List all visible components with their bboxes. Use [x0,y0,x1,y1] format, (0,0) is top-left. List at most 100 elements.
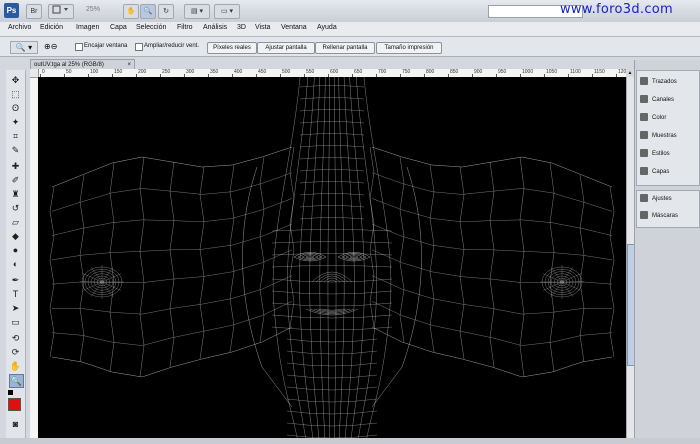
wire-edge [229,245,235,272]
menu-archivo[interactable]: Archivo [8,24,31,31]
fit-screen-button[interactable]: Ajustar pantalla [257,42,315,54]
arrange-icon: ▤ ▾ [190,8,204,15]
actual-pixels-button[interactable]: Píxeles reales [207,42,257,54]
wire-edge [51,356,83,363]
wire-edge [459,166,465,195]
wire-edge [491,337,523,346]
wire-edge [299,205,365,208]
wire-edge [51,174,83,188]
pen-tool[interactable]: ✒ [9,274,22,286]
rotate-view-button[interactable]: ↻ [158,4,174,19]
wire-edge [299,145,365,148]
wire-edge [49,259,55,285]
foreground-color-swatch[interactable] [8,398,21,411]
menu-seleccion[interactable]: Selección [136,24,166,31]
wire-edge [171,358,203,368]
wire-edge [429,325,435,353]
menu-capa[interactable]: Capa [110,24,127,31]
menu-ayuda[interactable]: Ayuda [317,24,337,31]
path-selection-tool[interactable]: ➤ [9,302,22,314]
paint-bucket-tool[interactable]: ◆ [9,230,22,242]
pen-icon: ✒ [11,275,20,285]
menu-edicion[interactable]: Edición [40,24,63,31]
wire-edge [401,315,433,326]
menu-filtro[interactable]: Filtro [177,24,193,31]
screen-mode-icon: ▭ ▾ [220,8,234,15]
zoom-in-out-toggle[interactable]: ⊕⊖ [44,41,66,52]
shape-tool[interactable]: ▭ [9,316,22,328]
healing-brush-tool[interactable]: ✚ [9,160,22,172]
wire-edge [489,279,495,309]
wire-edge [609,211,615,236]
menu-3d[interactable]: 3D [237,24,246,31]
blur-tool[interactable]: ● [9,244,22,256]
document-canvas[interactable] [38,76,626,439]
zoom-tool-button[interactable]: 🔍 [140,4,156,19]
eyedropper-tool[interactable]: ✎ [9,144,22,156]
wire-edge [429,245,435,272]
tool-preset-picker[interactable]: 🔍 ▾ [10,41,38,54]
marquee-tool[interactable]: ⬚ [9,88,22,100]
panel-paths[interactable]: Trazados [640,76,677,88]
wire-edge [551,335,583,343]
bridge-button[interactable]: Br [26,4,42,19]
wire-edge [399,209,405,237]
dodge-tool[interactable]: ◐ [9,258,22,270]
menu-imagen[interactable]: Imagen [76,24,99,31]
panel-masks[interactable]: Máscaras [640,210,678,222]
wire-edge [51,254,83,261]
zoom-level[interactable]: 25% [86,6,100,13]
panel-styles[interactable]: Estilos [640,148,670,160]
brush-tool[interactable]: ✐ [9,174,22,186]
menu-analisis[interactable]: Análisis [203,24,227,31]
lasso-tool[interactable]: ʘ [9,102,22,114]
panel-swatches[interactable]: Muestras [640,130,677,142]
wire-edge [521,219,553,223]
wire-edge [459,194,465,222]
3d-rotate-tool[interactable]: ⟲ [9,332,22,344]
clone-stamp-tool[interactable]: ♜ [9,188,22,200]
scroll-up-arrow[interactable]: ▲ [626,69,634,77]
hand-tool-button[interactable]: ✋ [123,4,139,19]
zoom-resize-checkbox[interactable] [135,43,143,51]
magic-wand-tool[interactable]: ✦ [9,116,22,128]
wire-edge [343,76,355,439]
wire-edge [459,331,465,360]
ruler-number: 1150 [594,69,605,75]
move-tool[interactable]: ✥ [9,74,22,86]
view-extras-button[interactable] [48,4,74,19]
wire-edge [259,236,265,263]
wire-edge [579,255,585,282]
panel-adjustments[interactable]: Ajustes [640,193,672,205]
fill-screen-button[interactable]: Rellenar pantalla [315,42,375,54]
wire-edge [461,276,493,280]
panel-layers[interactable]: Capas [640,166,669,178]
hand-tool[interactable]: ✋ [9,360,22,372]
default-colors-swatch[interactable] [8,390,13,395]
panel-color[interactable]: Color [640,112,666,124]
wire-edge [199,331,205,360]
arrange-documents-button[interactable]: ▤ ▾ [184,4,210,19]
wire-edge [51,332,83,336]
wire-edge [369,275,375,302]
wire-edge [581,201,613,212]
panel-channels[interactable]: Canales [640,94,674,106]
screen-mode-button[interactable]: ▭ ▾ [214,4,240,19]
eraser-tool[interactable]: ▱ [9,216,22,228]
print-size-button[interactable]: Tamaño impresión [376,42,442,54]
wire-edge [609,332,615,358]
wire-edge [111,156,143,164]
crop-tool[interactable]: ⌗ [9,130,22,142]
zoom-tool[interactable]: 🔍 [9,374,24,388]
menu-vista[interactable]: Vista [255,24,270,31]
fit-window-checkbox[interactable] [75,43,83,51]
history-brush-tool[interactable]: ↺ [9,202,22,214]
3d-orbit-tool[interactable]: ⟳ [9,346,22,358]
wire-edge [299,217,365,220]
type-tool[interactable]: T [9,288,22,300]
quick-mask-toggle[interactable]: ◙ [9,418,22,430]
menu-ventana[interactable]: Ventana [281,24,307,31]
hand-icon: ✋ [126,8,136,15]
wire-edge [371,172,403,184]
wire-edge [299,133,365,136]
